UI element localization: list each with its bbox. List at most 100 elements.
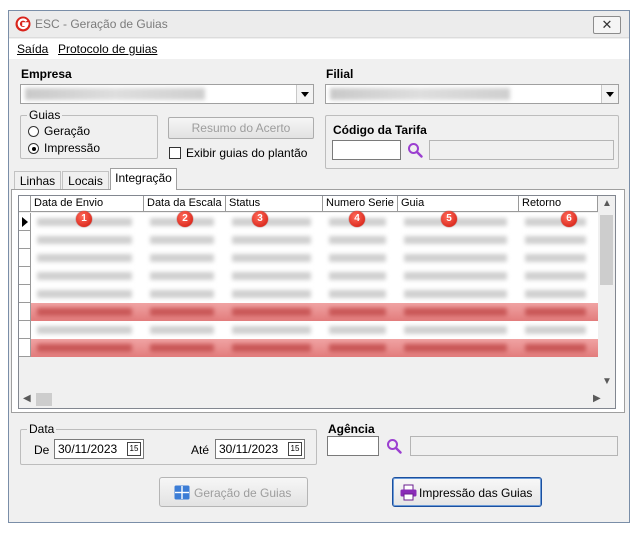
row-indicator[interactable]	[19, 321, 31, 339]
horizontal-scroll-thumb[interactable]	[36, 393, 52, 406]
table-row[interactable]	[19, 231, 615, 249]
radio-geracao-indicator[interactable]	[28, 126, 39, 137]
window-title: ESC - Geração de Guias	[35, 17, 168, 31]
badge-4: 4	[349, 211, 365, 227]
filial-select[interactable]	[325, 84, 619, 104]
badge-1: 1	[76, 211, 92, 227]
row-indicator[interactable]	[19, 213, 31, 231]
col-header-retorno[interactable]: Retorno	[519, 196, 598, 212]
table-row[interactable]	[19, 339, 615, 357]
table-row[interactable]	[19, 213, 615, 231]
menu-item-protocolo[interactable]: Protocolo de guias	[58, 42, 157, 56]
date-to-input[interactable]: 30/11/2023 15	[215, 439, 305, 459]
menu-item-saida[interactable]: Saída	[17, 42, 48, 56]
vertical-scroll-thumb[interactable]	[600, 215, 613, 285]
table-cell-redacted	[398, 285, 519, 303]
scroll-down-icon[interactable]: ▼	[602, 376, 612, 387]
agencia-search-icon[interactable]	[386, 438, 402, 454]
table-row[interactable]	[19, 249, 615, 267]
integration-grid[interactable]: Data de Envio Data da Escala Status Nume…	[18, 195, 616, 409]
tab-linhas[interactable]: Linhas	[14, 171, 61, 191]
geracao-guias-button[interactable]: Geração de Guias	[159, 477, 308, 507]
exibir-plantao-label: Exibir guias do plantão	[186, 146, 308, 160]
table-cell-redacted	[31, 321, 144, 339]
radio-impressao[interactable]: Impressão	[28, 141, 100, 155]
resumo-acerto-button[interactable]: Resumo do Acerto	[168, 117, 314, 139]
redacted-text	[150, 308, 214, 316]
row-indicator[interactable]	[19, 285, 31, 303]
empresa-dropdown-arrow-icon[interactable]	[296, 85, 313, 103]
calendar-icon[interactable]: 15	[288, 442, 302, 456]
redacted-text	[329, 344, 386, 352]
table-row[interactable]	[19, 303, 615, 321]
redacted-text	[525, 272, 586, 280]
table-cell-redacted	[323, 285, 398, 303]
col-header-numero-serie[interactable]: Numero Serie	[323, 196, 398, 212]
tarifa-code-input[interactable]	[332, 140, 401, 160]
title-bar: ESC - Geração de Guias ✕	[9, 11, 629, 38]
row-indicator[interactable]	[19, 249, 31, 267]
exibir-plantao-checkbox[interactable]: Exibir guias do plantão	[169, 146, 307, 160]
table-row[interactable]	[19, 267, 615, 285]
table-cell-redacted	[323, 231, 398, 249]
redacted-text	[329, 236, 386, 244]
empresa-label: Empresa	[21, 67, 72, 81]
table-cell-redacted	[144, 231, 226, 249]
redacted-text	[37, 272, 132, 280]
redacted-text	[37, 326, 132, 334]
table-cell-redacted	[519, 231, 598, 249]
table-cell-redacted	[31, 267, 144, 285]
scroll-up-icon[interactable]: ▲	[602, 198, 612, 209]
geracao-guias-label: Geração de Guias	[194, 486, 292, 500]
table-cell-redacted	[226, 285, 323, 303]
col-header-data-escala[interactable]: Data da Escala	[144, 196, 226, 212]
redacted-text	[232, 308, 311, 316]
calendar-icon[interactable]: 15	[127, 442, 141, 456]
col-header-data-envio[interactable]: Data de Envio	[31, 196, 144, 212]
tarifa-search-icon[interactable]	[407, 142, 423, 158]
tab-integracao[interactable]: Integração	[110, 168, 177, 190]
tab-linhas-label: Linhas	[19, 174, 56, 188]
row-indicator[interactable]	[19, 267, 31, 285]
radio-geracao[interactable]: Geração	[28, 124, 90, 138]
impressao-guias-button[interactable]: Impressão das Guias	[392, 477, 542, 507]
redacted-text	[37, 344, 132, 352]
table-row[interactable]	[19, 321, 615, 339]
date-from-label: De	[34, 443, 50, 457]
redacted-text	[232, 254, 311, 262]
table-row[interactable]	[19, 285, 615, 303]
redacted-text	[404, 326, 507, 334]
table-cell-redacted	[144, 303, 226, 321]
row-indicator[interactable]	[19, 231, 31, 249]
date-from-input[interactable]: 30/11/2023 15	[54, 439, 144, 459]
table-cell-redacted	[323, 321, 398, 339]
menu-item-saida-label: Saída	[17, 42, 49, 56]
table-cell-redacted	[144, 285, 226, 303]
table-cell-redacted	[226, 213, 323, 231]
agencia-code-input[interactable]	[327, 436, 379, 456]
date-to-label: Até	[191, 443, 210, 457]
row-indicator[interactable]	[19, 339, 31, 357]
redacted-text	[232, 218, 311, 226]
empresa-value-redacted	[25, 88, 205, 100]
empresa-select[interactable]	[20, 84, 314, 104]
scroll-left-icon[interactable]: ◀	[23, 393, 31, 404]
col-header-guia[interactable]: Guia	[398, 196, 519, 212]
redacted-text	[404, 308, 507, 316]
redacted-text	[404, 254, 507, 262]
close-button[interactable]: ✕	[593, 16, 621, 34]
col-header-status[interactable]: Status	[226, 196, 323, 212]
date-from-value: 30/11/2023	[58, 442, 118, 456]
scroll-right-icon[interactable]: ▶	[593, 393, 601, 404]
table-cell-redacted	[519, 267, 598, 285]
tab-locais[interactable]: Locais	[62, 171, 109, 191]
redacted-text	[404, 236, 507, 244]
grid-horizontal-scrollbar[interactable]: ◀ ▶	[19, 391, 615, 408]
filial-dropdown-arrow-icon[interactable]	[601, 85, 618, 103]
radio-impressao-indicator[interactable]	[28, 143, 39, 154]
grid-vertical-scrollbar[interactable]: ▲ ▼	[598, 196, 615, 391]
badge-3: 3	[252, 211, 268, 227]
data-group-legend: Data	[27, 422, 57, 436]
row-indicator[interactable]	[19, 303, 31, 321]
exibir-plantao-checkbox-box[interactable]	[169, 147, 181, 159]
